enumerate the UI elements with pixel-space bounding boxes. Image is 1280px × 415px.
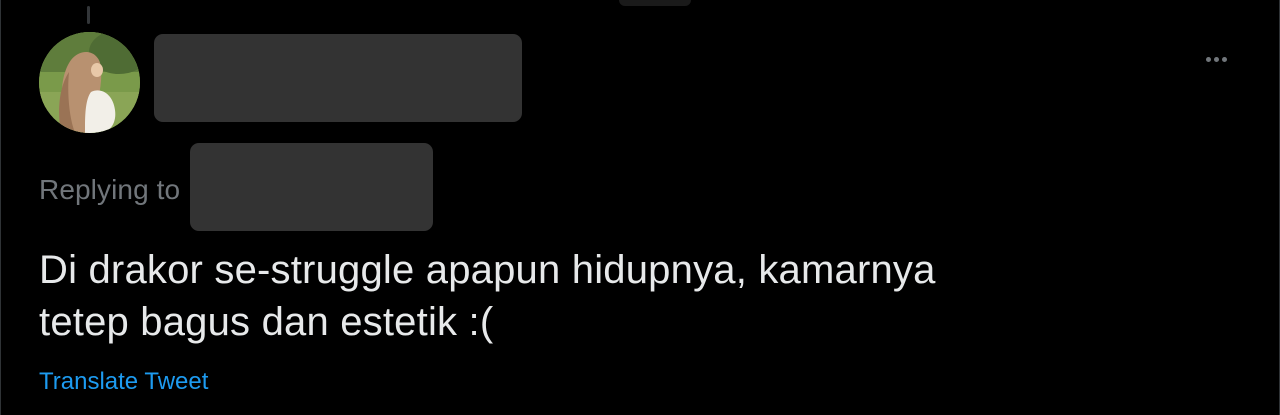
tweet-text-line-1: Di drakor se-struggle apapun hidupnya, k… bbox=[39, 248, 936, 292]
replying-to-label: Replying to bbox=[39, 174, 181, 205]
avatar-photo bbox=[39, 32, 140, 133]
tweet-text: Di drakor se-struggle apapun hidupnya, k… bbox=[39, 244, 1219, 348]
tweet-text-line-2: tetep bagus dan estetik :( bbox=[39, 300, 494, 344]
more-horizontal-icon bbox=[1205, 56, 1211, 62]
top-edge-shadow bbox=[619, 0, 691, 6]
thread-connector-line bbox=[87, 6, 90, 24]
redacted-display-name bbox=[154, 34, 522, 122]
more-options-button[interactable] bbox=[1199, 44, 1233, 74]
translate-tweet-link[interactable]: Translate Tweet bbox=[39, 368, 208, 396]
avatar[interactable] bbox=[39, 32, 140, 133]
more-horizontal-icon-dot bbox=[1221, 56, 1227, 62]
more-horizontal-icon-dot bbox=[1213, 56, 1219, 62]
tweet-card: Replying to Di drakor se-struggle apapun… bbox=[0, 0, 1280, 415]
redacted-reply-handle[interactable] bbox=[190, 143, 433, 231]
